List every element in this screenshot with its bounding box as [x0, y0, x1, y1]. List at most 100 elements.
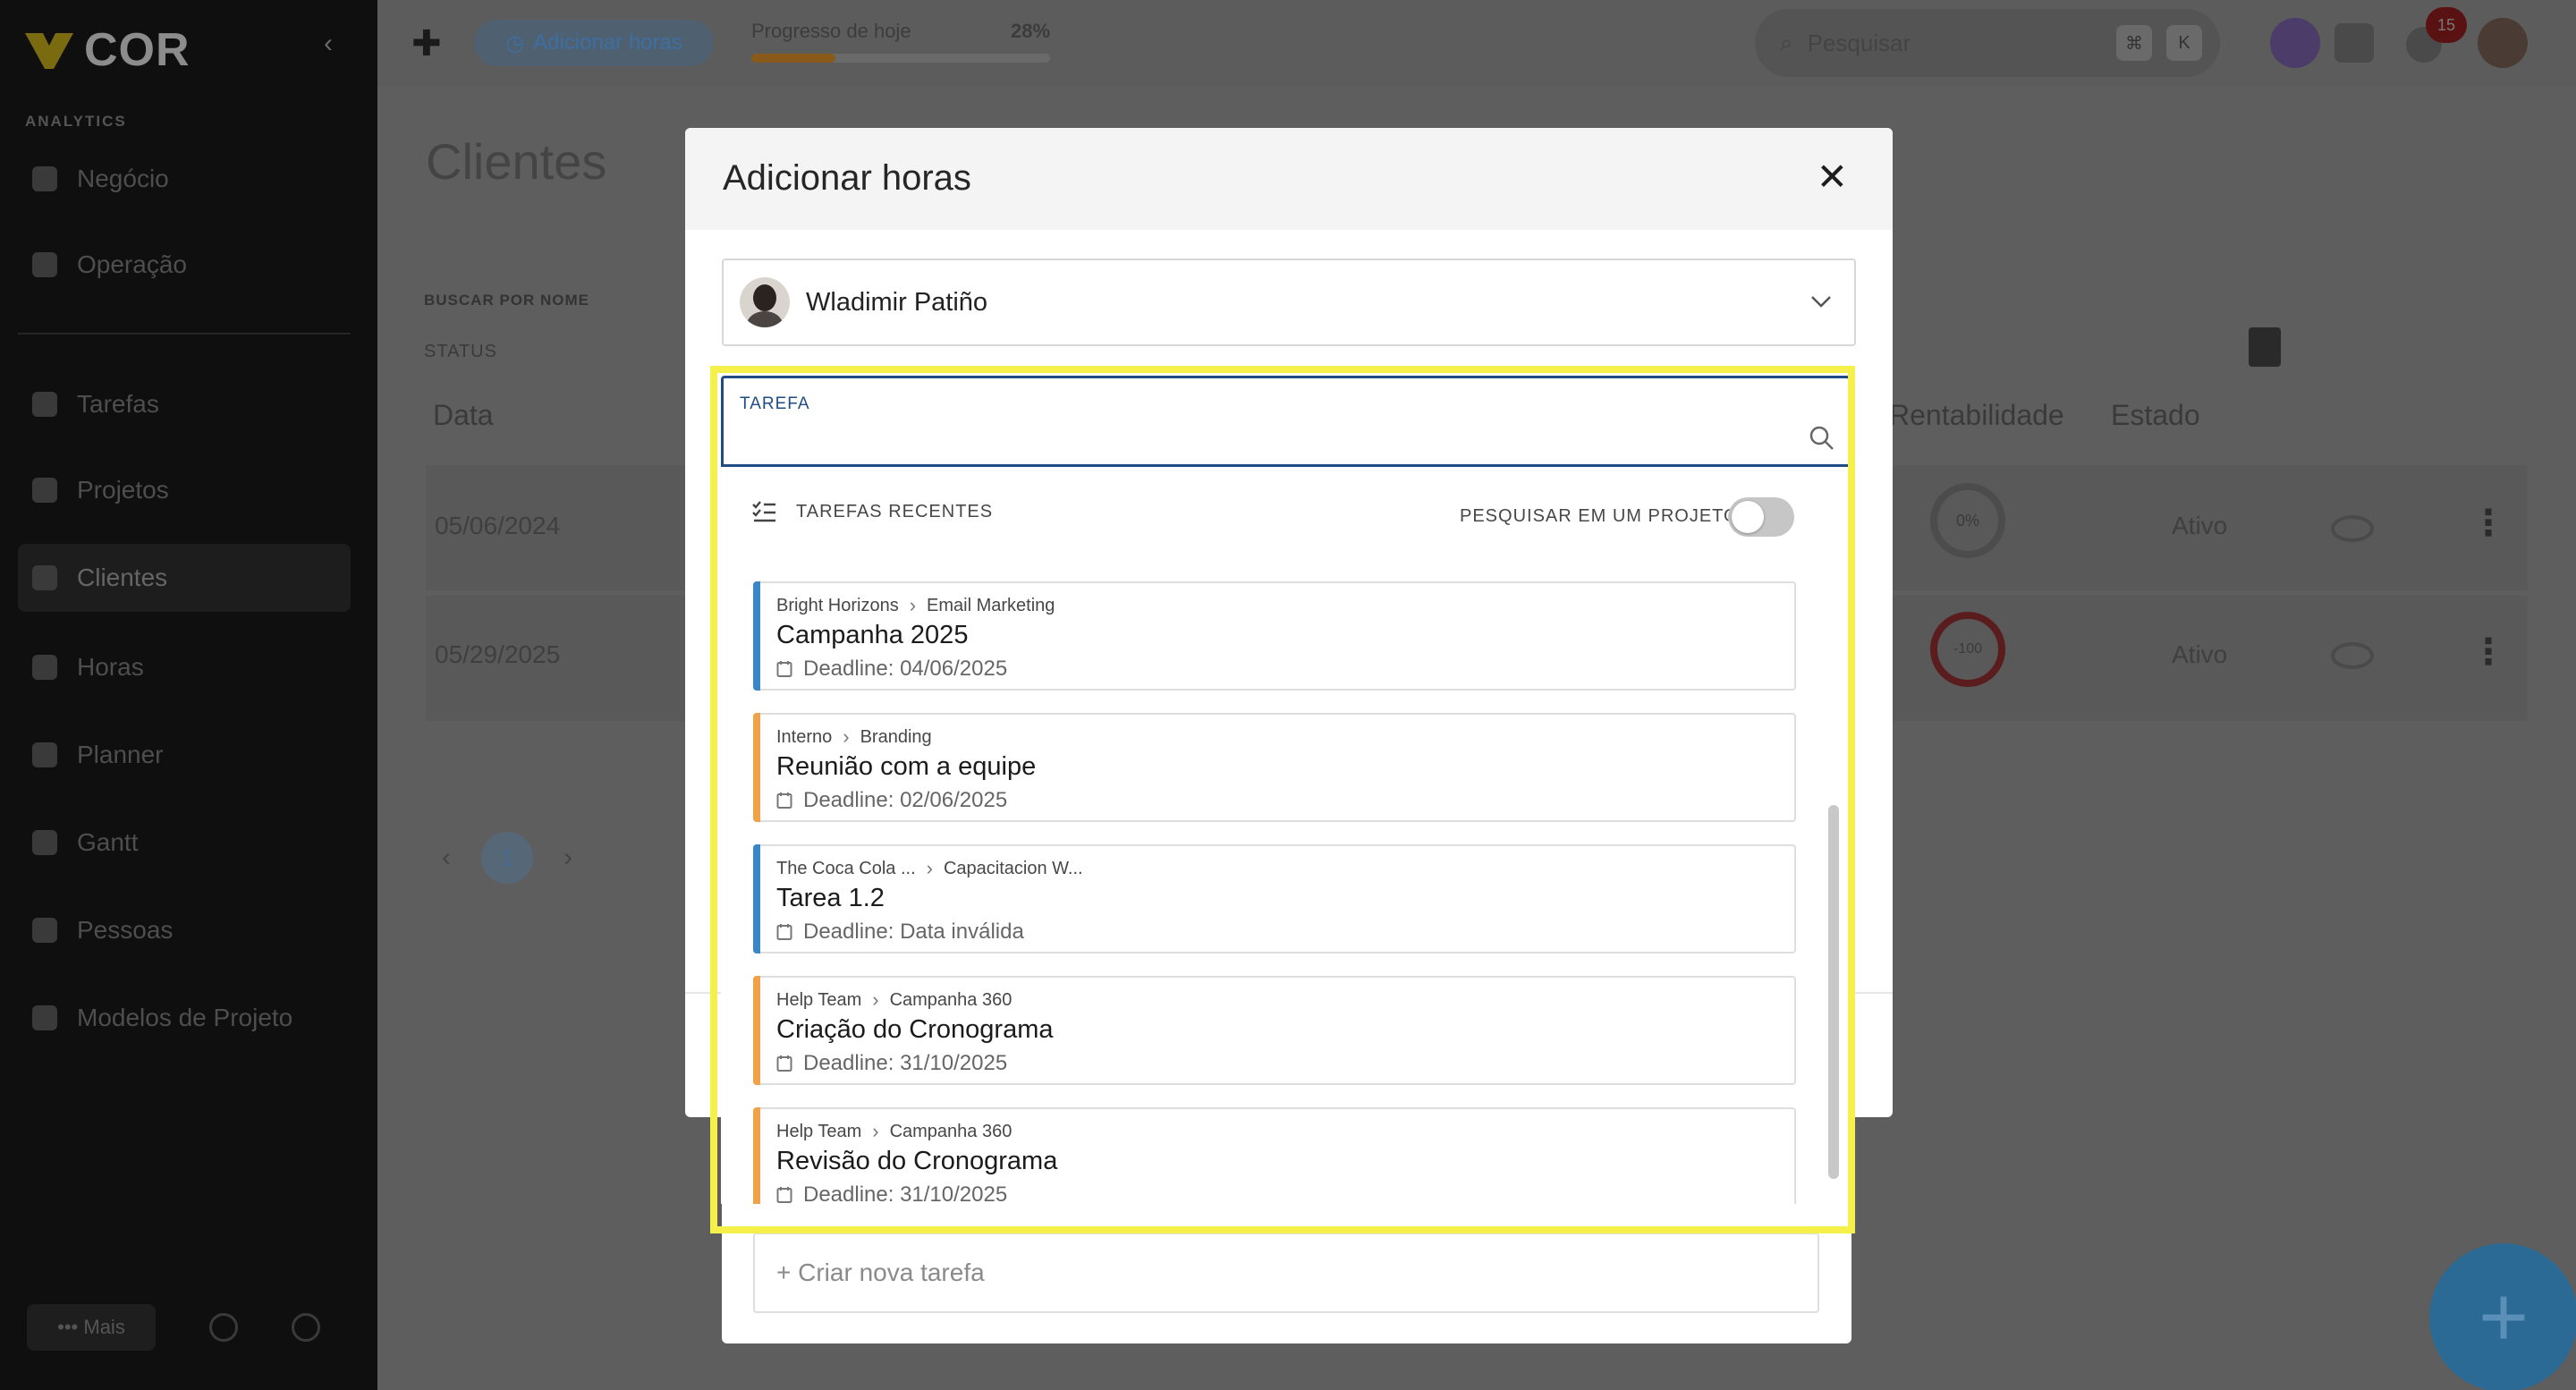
hours-icon	[32, 655, 57, 680]
sidebar-item-tarefas[interactable]: Tarefas	[18, 370, 351, 438]
breadcrumb: Help Team › Campanha 360	[776, 1120, 1013, 1142]
calendar-icon	[776, 924, 792, 940]
fab-add-button[interactable]: +	[2429, 1243, 2576, 1390]
calendar-icon	[776, 661, 792, 677]
clock-icon: ◷	[505, 30, 525, 55]
calendar-alert-icon[interactable]	[2334, 23, 2374, 63]
row-menu-icon[interactable]: ⋮	[2470, 631, 2506, 673]
task-deadline: Deadline: Data inválida	[776, 920, 1024, 945]
workspace-icon[interactable]	[2270, 18, 2320, 68]
kbd-k: K	[2166, 25, 2202, 61]
task-deadline: Deadline: 31/10/2025	[776, 1051, 1007, 1076]
task-color-bar	[753, 581, 760, 691]
avatar	[740, 277, 790, 327]
modal-header: Adicionar horas ✕	[685, 128, 1893, 230]
close-icon[interactable]: ✕	[1817, 158, 1848, 196]
chevron-right-icon: ›	[843, 725, 850, 748]
app-logo[interactable]: COR	[23, 23, 191, 77]
breadcrumb: The Coca Cola ... › Capacitacion W...	[776, 857, 1083, 879]
task-title: Reunião com a equipe	[776, 752, 1037, 781]
column-header-estado[interactable]: Estado	[2111, 399, 2200, 432]
tasks-icon	[32, 392, 57, 417]
task-card[interactable]: Help Team › Campanha 360 Criação do Cronog…	[753, 976, 1796, 1085]
recent-tasks-label: TAREFAS RECENTES	[796, 501, 994, 521]
logo-text: COR	[84, 24, 191, 76]
progress-label: Progresso de hoje	[751, 20, 911, 42]
row-menu-icon[interactable]: ⋮	[2470, 503, 2506, 544]
next-page-icon[interactable]: ›	[564, 843, 572, 873]
add-hours-button[interactable]: ◷ Adicionar horas	[474, 20, 714, 66]
collapse-sidebar-icon[interactable]: ‹	[315, 30, 342, 57]
chevron-right-icon: ›	[872, 1120, 879, 1142]
row-date: 05/06/2024	[435, 512, 561, 539]
breadcrumb: Bright Horizons › Email Marketing	[776, 594, 1055, 616]
sidebar-item-negocio[interactable]: Negócio	[18, 145, 351, 213]
task-title: Revisão do Cronograma	[776, 1147, 1058, 1175]
progress-percent: 28%	[1011, 20, 1051, 42]
breadcrumb: Help Team › Campanha 360	[776, 988, 1013, 1011]
task-card[interactable]: Help Team › Campanha 360 Revisão do Cronog…	[753, 1107, 1796, 1204]
people-icon	[32, 918, 57, 943]
task-deadline: Deadline: 31/10/2025	[776, 1182, 1007, 1204]
task-deadline: Deadline: 04/06/2025	[776, 657, 1007, 682]
project-search-toggle[interactable]	[1728, 497, 1794, 537]
sidebar-item-horas[interactable]: Horas	[18, 633, 351, 701]
plus-icon[interactable]: ✚	[411, 23, 442, 64]
status-filter-label[interactable]: STATUS	[424, 342, 497, 362]
gantt-icon	[32, 830, 57, 855]
search-icon: ⌕	[1780, 29, 1793, 55]
toggle-knob	[1732, 501, 1764, 533]
task-deadline: Deadline: 02/06/2025	[776, 788, 1007, 813]
sidebar-item-clientes[interactable]: Clientes	[18, 544, 351, 612]
export-document-icon[interactable]	[2249, 327, 2281, 367]
task-card[interactable]: Bright Horizons › Email Marketing Campanha…	[753, 581, 1796, 691]
sidebar-item-projetos[interactable]: Projetos	[18, 456, 351, 524]
sidebar-item-modelos[interactable]: Modelos de Projeto	[18, 984, 351, 1052]
more-button[interactable]: ••• Mais	[27, 1304, 156, 1351]
prev-page-icon[interactable]: ‹	[442, 843, 451, 873]
chevron-right-icon: ›	[872, 988, 879, 1011]
checklist-icon	[752, 501, 775, 522]
modal-title: Adicionar horas	[723, 158, 971, 198]
column-header-date[interactable]: Data	[433, 399, 494, 432]
task-color-bar	[753, 976, 760, 1085]
user-select[interactable]: Wladimir Patiño	[722, 259, 1856, 346]
calendar-icon	[776, 1187, 792, 1203]
task-color-bar	[753, 1107, 760, 1204]
help-icon[interactable]	[292, 1313, 320, 1342]
profitability-ring: 0%	[1930, 483, 2005, 558]
create-task-button[interactable]: + Criar nova tarefa	[753, 1233, 1819, 1313]
filter-label: BUSCAR POR NOME	[424, 292, 590, 309]
operation-icon	[32, 252, 57, 277]
calendar-icon	[776, 792, 792, 809]
settings-icon[interactable]	[209, 1313, 238, 1342]
search-icon[interactable]	[1809, 425, 1835, 452]
chevron-right-icon: ›	[909, 594, 917, 616]
recent-tasks-list[interactable]: Bright Horizons › Email Marketing Campanha…	[721, 572, 1851, 1204]
dropdown-scrollbar[interactable]	[1828, 805, 1839, 1179]
logo-mark-icon	[25, 33, 73, 69]
page-current[interactable]: 1	[481, 832, 533, 884]
task-color-bar	[753, 713, 760, 822]
row-estado: Ativo	[2172, 640, 2228, 668]
sidebar-item-pessoas[interactable]: Pessoas	[18, 896, 351, 964]
view-eye-icon[interactable]	[2331, 515, 2374, 542]
task-search-input[interactable]	[738, 421, 1767, 457]
task-search-field[interactable]: TAREFA	[721, 376, 1851, 467]
sidebar-item-planner[interactable]: Planner	[18, 721, 351, 789]
view-eye-icon[interactable]	[2331, 642, 2374, 669]
page-title: Clientes	[426, 133, 607, 190]
column-header-rentabilidade[interactable]: Rentabilidade	[1889, 399, 2064, 432]
task-card[interactable]: The Coca Cola ... › Capacitacion W... Tare…	[753, 844, 1796, 954]
chevron-down-icon	[1811, 296, 1831, 308]
sidebar-item-gantt[interactable]: Gantt	[18, 809, 351, 877]
sidebar-divider	[18, 333, 351, 335]
sidebar-item-operacao[interactable]: Operação	[18, 231, 351, 299]
task-card[interactable]: Interno › Branding Reunião com a equipe De…	[753, 713, 1796, 822]
calendar-icon	[776, 1055, 792, 1072]
sidebar-section-label: ANALYTICS	[25, 113, 127, 130]
task-field-label: TAREFA	[740, 394, 810, 413]
task-title: Campanha 2025	[776, 621, 969, 649]
user-avatar[interactable]	[2478, 18, 2528, 68]
global-search[interactable]: ⌕ Pesquisar ⌘ K	[1755, 9, 2220, 77]
